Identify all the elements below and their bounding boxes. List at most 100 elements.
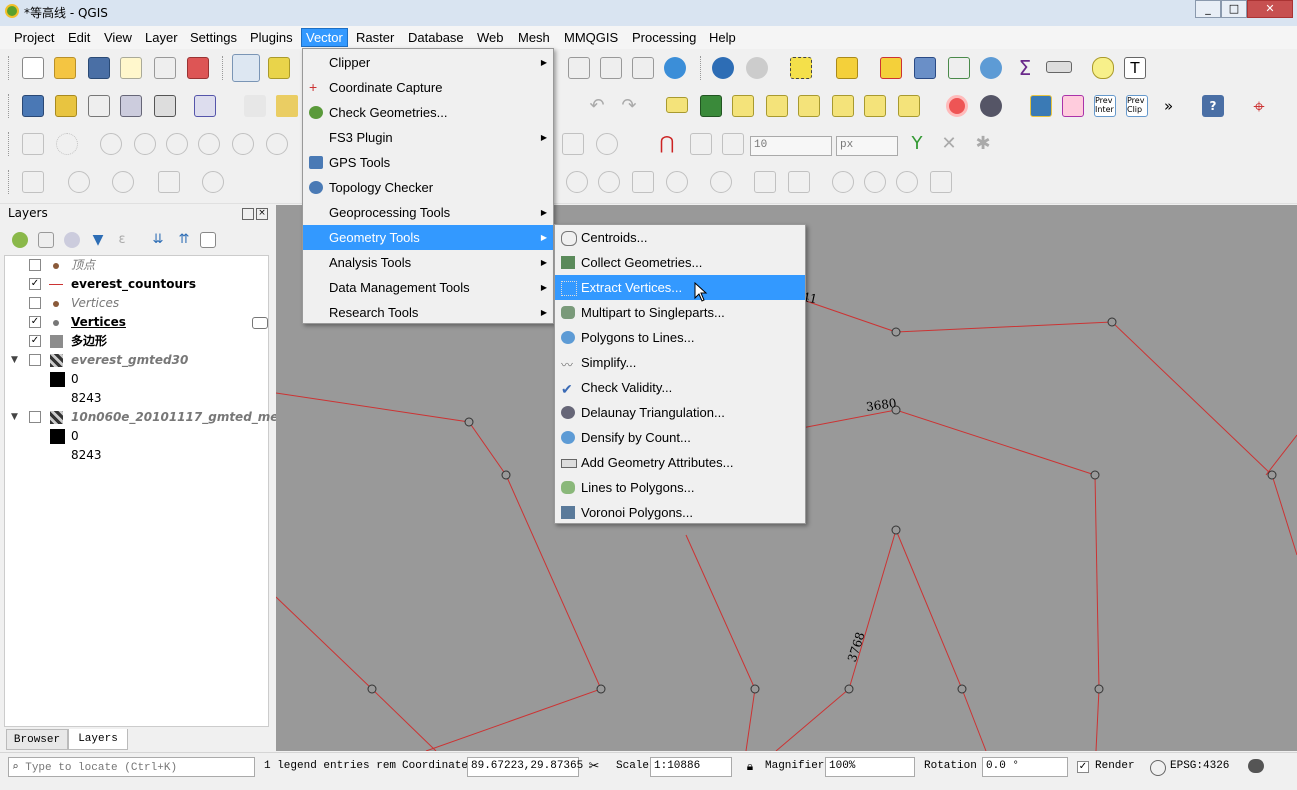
menu-database[interactable]: Database	[404, 29, 468, 46]
add-raster-layer-icon[interactable]	[55, 95, 77, 117]
python-console-icon[interactable]	[1030, 95, 1052, 117]
layer-checkbox[interactable]	[29, 411, 41, 423]
scale-combo[interactable]: 1:10886	[650, 757, 732, 777]
expand-arrow-icon[interactable]: ▼	[11, 351, 18, 370]
label-rotate-icon[interactable]	[864, 95, 886, 117]
add-ring-icon[interactable]	[22, 171, 44, 193]
reverse-line-icon[interactable]	[864, 171, 886, 193]
shape-icon-1[interactable]	[100, 133, 122, 155]
magnifier-spinbox[interactable]: 100%	[825, 757, 915, 777]
label-change-icon[interactable]	[898, 95, 920, 117]
geometry-menu-centroids[interactable]: Centroids...	[555, 225, 805, 250]
expand-arrow-icon[interactable]: ▼	[11, 408, 18, 427]
close-button[interactable]: ✕	[1247, 0, 1293, 18]
new-print-layout-icon[interactable]	[120, 57, 142, 79]
gps-plugin-icon[interactable]	[946, 95, 968, 117]
open-project-icon[interactable]	[54, 57, 76, 79]
vector-menu-gps-tools[interactable]: GPS Tools	[303, 150, 553, 175]
save-project-icon[interactable]	[88, 57, 110, 79]
split-parts-icon[interactable]	[632, 171, 654, 193]
vector-menu-data-management-tools[interactable]: Data Management Tools ▶	[303, 275, 553, 300]
merge-features-icon[interactable]	[666, 171, 688, 193]
layer-checkbox[interactable]: ✓	[29, 278, 41, 290]
add-vector-layer-icon[interactable]	[22, 95, 44, 117]
layer-row[interactable]: ✓ 多边形	[5, 332, 267, 351]
statistics-sigma-icon[interactable]: Σ	[1014, 57, 1036, 79]
globe-icon[interactable]	[1150, 760, 1166, 776]
layer-checkbox[interactable]: ✓	[29, 316, 41, 328]
layer-row[interactable]: ▼ everest_gmted30	[5, 351, 267, 370]
menu-view[interactable]: View	[100, 29, 136, 46]
snap-tolerance-input[interactable]: 10	[750, 136, 832, 156]
menu-vector[interactable]: Vector	[301, 28, 348, 47]
locate-search-input[interactable]: ⌕ Type to locate (Ctrl+K)	[8, 757, 255, 777]
layer-row[interactable]: ✓ Vertices	[5, 313, 268, 332]
render-checkbox[interactable]: ✓	[1077, 761, 1089, 773]
geometry-menu-delaunay-triangulation[interactable]: Delaunay Triangulation...	[555, 400, 805, 425]
pan-hand-icon[interactable]	[232, 54, 260, 82]
vector-menu-coordinate-capture[interactable]: + Coordinate Capture	[303, 75, 553, 100]
geometry-menu-collect-geometries[interactable]: Collect Geometries...	[555, 250, 805, 275]
label-pin-icon[interactable]	[732, 95, 754, 117]
rotate-symbols-icon[interactable]	[754, 171, 776, 193]
shape-icon-2[interactable]	[134, 133, 156, 155]
fill-ring-icon[interactable]	[112, 171, 134, 193]
shape-icon-4[interactable]	[198, 133, 220, 155]
tracing-icon[interactable]	[596, 133, 618, 155]
float-panel-icon[interactable]	[242, 208, 254, 220]
close-panel-icon[interactable]: ×	[256, 208, 268, 220]
magnet-snapping-icon[interactable]: ⋂	[656, 133, 678, 155]
geometry-menu-extract-vertices[interactable]: Extract Vertices...	[555, 275, 805, 300]
layer-checkbox[interactable]	[29, 259, 41, 271]
vector-menu-fs3-plugin[interactable]: FS3 Plugin ▶	[303, 125, 553, 150]
menu-mesh[interactable]: Mesh	[514, 29, 554, 46]
geometry-menu-polygons-to-lines[interactable]: Polygons to Lines...	[555, 325, 805, 350]
snap-type-icon[interactable]	[722, 133, 744, 155]
points-icon[interactable]	[56, 133, 78, 155]
vector-menu-geometry-tools[interactable]: Geometry Tools ▶	[303, 225, 553, 250]
remove-layer-icon[interactable]	[200, 232, 216, 248]
zoom-next-icon[interactable]	[600, 57, 622, 79]
menu-raster[interactable]: Raster	[352, 29, 398, 46]
add-group-icon[interactable]	[38, 232, 54, 248]
menu-plugins[interactable]: Plugins	[246, 29, 297, 46]
menu-settings[interactable]: Settings	[186, 29, 241, 46]
messages-icon[interactable]	[1248, 759, 1264, 773]
collapse-all-icon[interactable]: ⇈	[176, 232, 192, 248]
layout-manager-icon[interactable]	[154, 57, 176, 79]
label-diagram-icon[interactable]	[700, 95, 722, 117]
tab-layers[interactable]: Layers	[68, 729, 128, 750]
processing-toolbox-icon[interactable]	[980, 57, 1002, 79]
reshape-icon[interactable]	[202, 171, 224, 193]
trim-extend-icon[interactable]	[896, 171, 918, 193]
menu-layer[interactable]: Layer	[141, 29, 182, 46]
digitize-vertex-icon[interactable]	[88, 95, 110, 117]
menu-web[interactable]: Web	[473, 29, 508, 46]
new-project-icon[interactable]	[22, 57, 44, 79]
redo-icon[interactable]: ↷	[618, 95, 640, 117]
vector-menu-research-tools[interactable]: Research Tools ▶	[303, 300, 553, 325]
toggle-extents-icon[interactable]: ✂	[586, 759, 602, 775]
label-highlight-icon[interactable]	[766, 95, 788, 117]
layer-row[interactable]: 顶点	[5, 256, 267, 275]
field-calculator-icon[interactable]	[948, 57, 970, 79]
geometry-menu-multipart-to-singleparts[interactable]: Multipart to Singleparts...	[555, 300, 805, 325]
refresh-icon[interactable]	[664, 57, 686, 79]
snap-grid-icon[interactable]	[562, 133, 584, 155]
more-chevron-icon[interactable]: »	[1164, 95, 1186, 117]
rotation-spinbox[interactable]: 0.0 °	[982, 757, 1068, 777]
vector-menu-check-geometries[interactable]: Check Geometries...	[303, 100, 553, 125]
lock-icon[interactable]: 🔒︎	[743, 759, 757, 775]
label-move-icon[interactable]	[832, 95, 854, 117]
geometry-menu-densify-by-count[interactable]: Densify by Count...	[555, 425, 805, 450]
crosshair-icon[interactable]: ⌖	[1248, 95, 1270, 117]
snap-mode-icon[interactable]	[690, 133, 712, 155]
layer-style-icon[interactable]	[12, 232, 28, 248]
geometry-menu-lines-to-polygons[interactable]: Lines to Polygons...	[555, 475, 805, 500]
menu-project[interactable]: Project	[10, 29, 58, 46]
filter-expression-icon[interactable]: ε	[114, 232, 130, 248]
shape-icon-3[interactable]	[166, 133, 188, 155]
vector-menu-geoprocessing-tools[interactable]: Geoprocessing Tools ▶	[303, 200, 553, 225]
prev-inter-icon[interactable]: Prev Inter	[1094, 95, 1116, 117]
label-abc-icon[interactable]	[666, 97, 688, 113]
